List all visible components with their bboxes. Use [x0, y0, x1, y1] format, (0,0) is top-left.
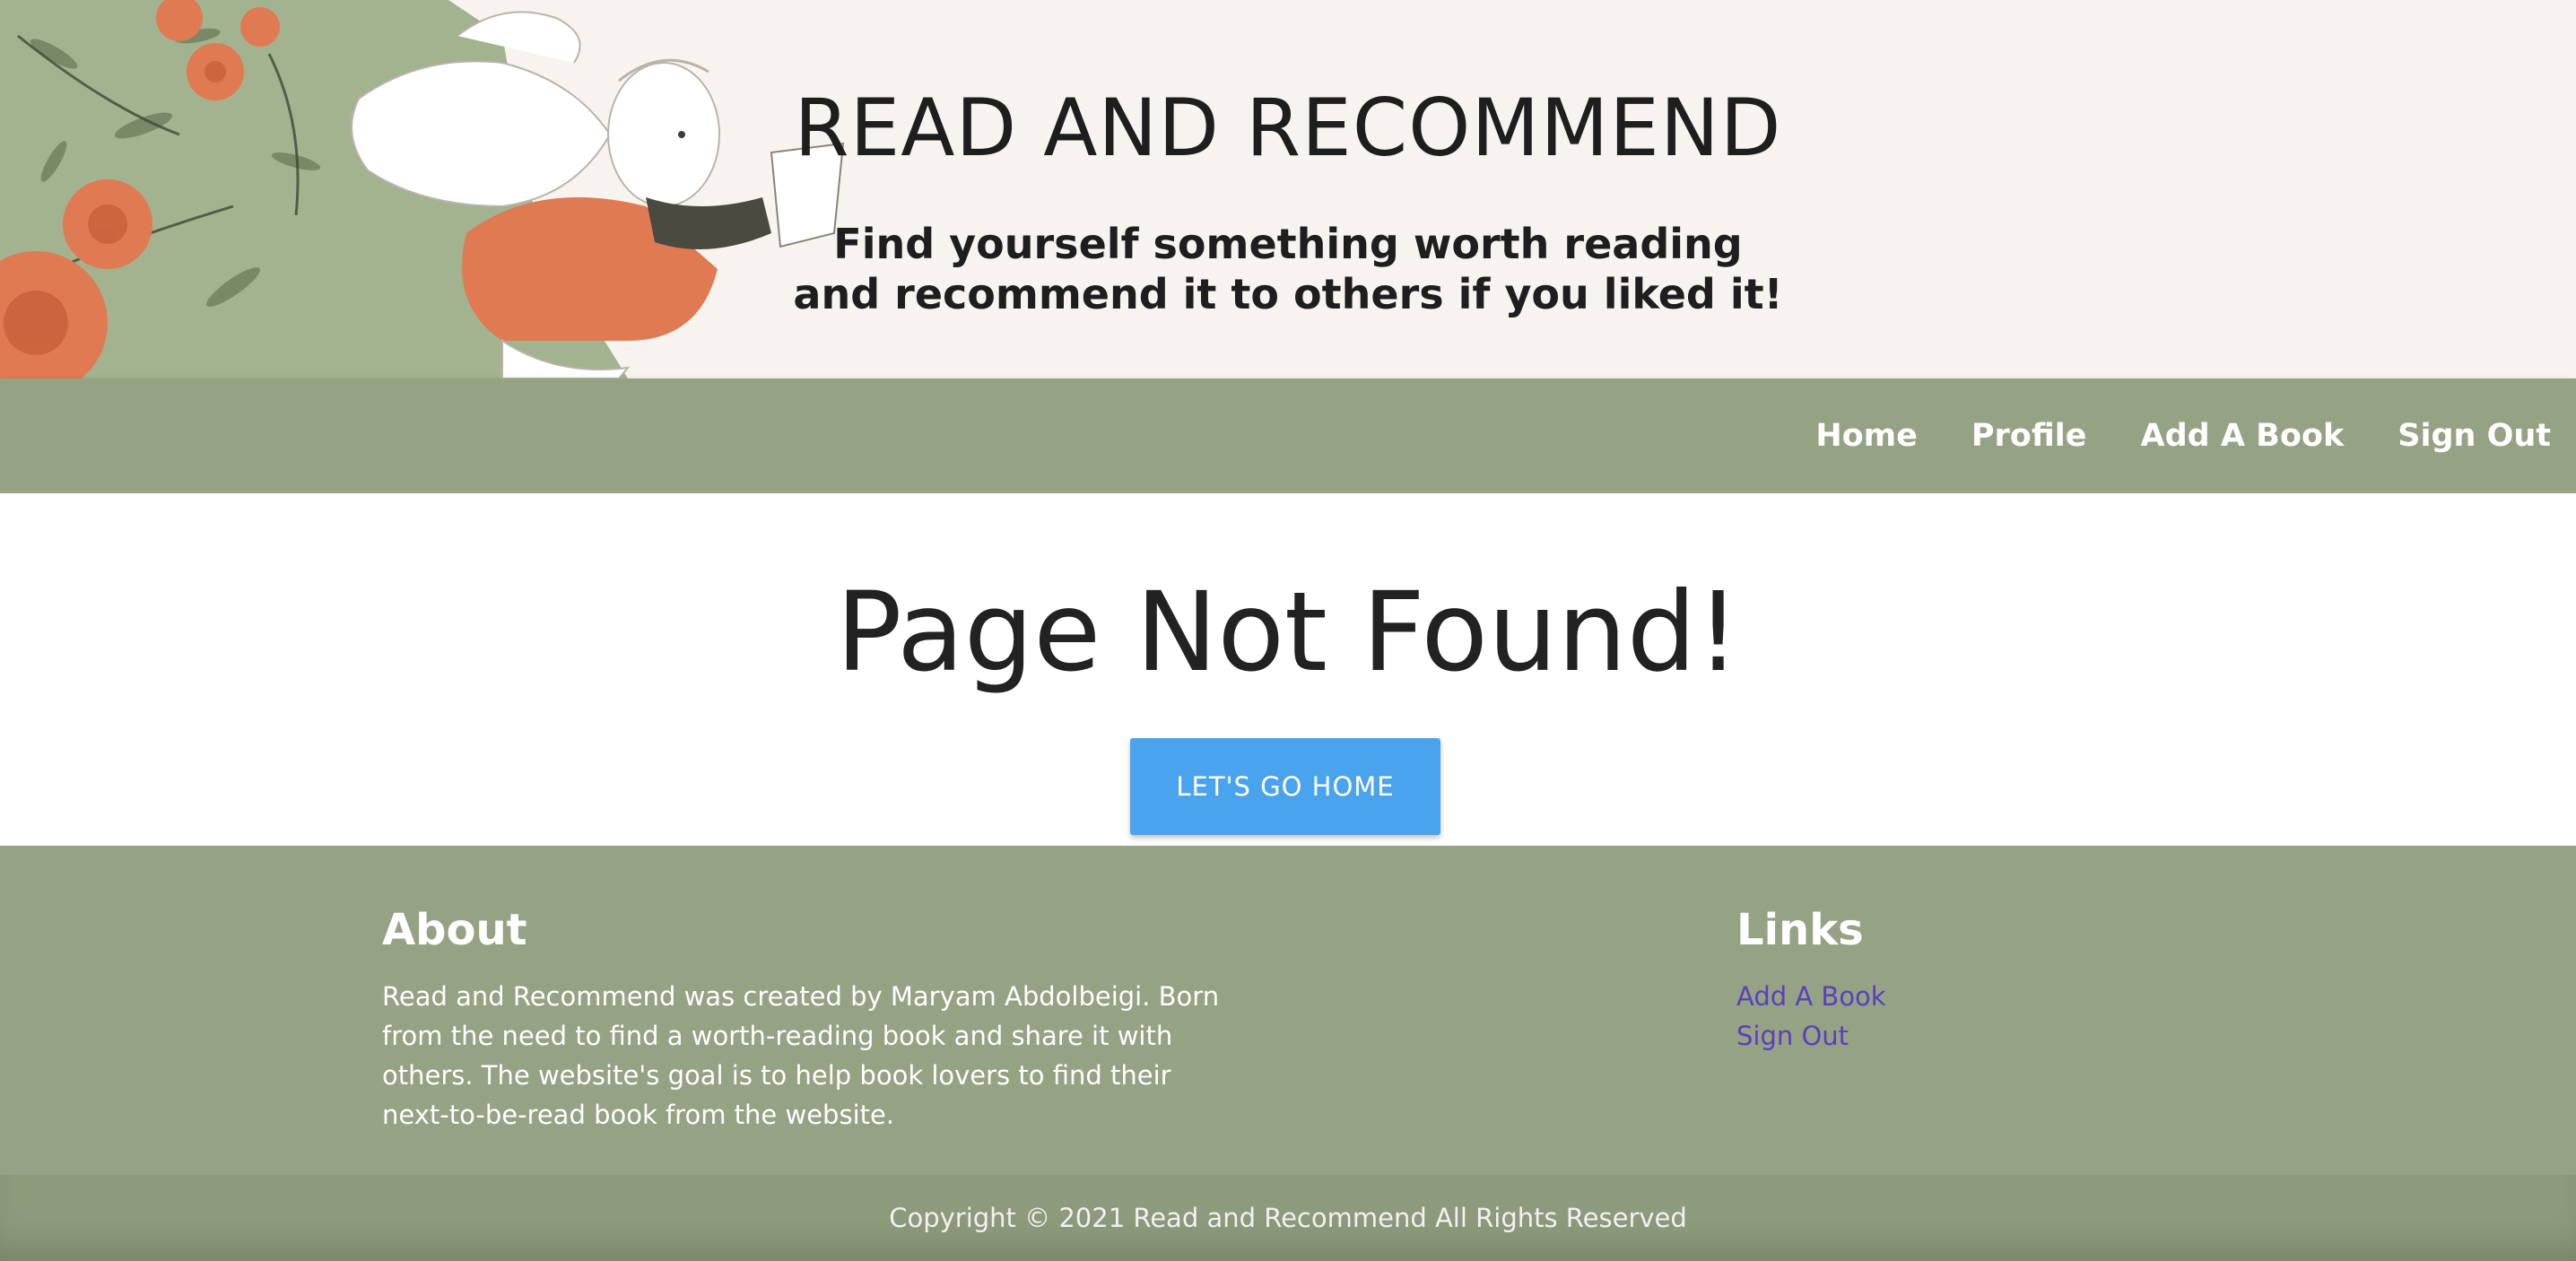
site-subtitle: Find yourself something worth reading an…: [0, 219, 2576, 319]
footer-about-heading: About: [382, 905, 527, 955]
nav-links: Home Profile Add A Book Sign Out: [1815, 378, 2551, 493]
site-title: READ AND RECOMMEND: [794, 82, 1782, 174]
copyright-text: Copyright © 2021 Read and Recommend All …: [889, 1203, 1687, 1233]
subtitle-line-1: Find yourself something worth reading: [833, 220, 1743, 268]
page-not-found-heading: Page Not Found!: [835, 569, 1741, 696]
nav-link-sign-out[interactable]: Sign Out: [2398, 418, 2551, 454]
footer-links-section: Links Add A Book Sign Out: [1736, 903, 2185, 1056]
copyright-bar: Copyright © 2021 Read and Recommend All …: [0, 1175, 2576, 1261]
nav-link-add-book[interactable]: Add A Book: [2141, 418, 2345, 454]
reading-girl-illustration: [0, 0, 845, 378]
footer-about-text: Read and Recommend was created by Maryam…: [382, 981, 1220, 1130]
site-header: READ AND RECOMMEND Find yourself somethi…: [0, 0, 2576, 378]
footer-about-section: About Read and Recommend was created by …: [382, 903, 1243, 1135]
subtitle-line-2: and recommend it to others if you liked …: [793, 270, 1783, 318]
lets-go-home-button[interactable]: LET'S GO HOME: [1130, 738, 1440, 835]
footer-link-sign-out[interactable]: Sign Out: [1736, 1016, 2185, 1056]
main-navbar: Home Profile Add A Book Sign Out: [0, 378, 2576, 493]
nav-link-home[interactable]: Home: [1815, 418, 1918, 454]
footer-link-add-book[interactable]: Add A Book: [1736, 977, 2185, 1016]
nav-link-profile[interactable]: Profile: [1971, 418, 2087, 454]
main-content: Page Not Found! LET'S GO HOME: [0, 493, 2576, 846]
footer-links-heading: Links: [1736, 905, 1864, 955]
